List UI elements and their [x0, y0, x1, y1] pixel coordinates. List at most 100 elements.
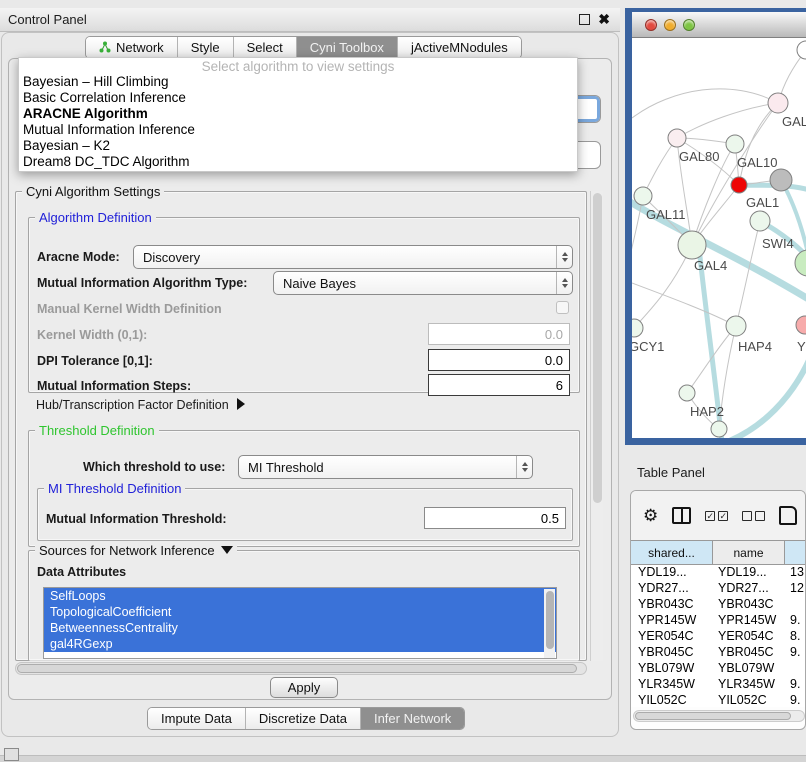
- table-row[interactable]: YBL079WYBL079W: [631, 661, 806, 677]
- mi-threshold-definition-group: MI Threshold Definition Mutual Informati…: [37, 488, 573, 541]
- apply-button[interactable]: Apply: [270, 677, 338, 698]
- tab-jactivemnodules[interactable]: jActiveMNodules: [398, 37, 521, 58]
- settings-vertical-scrollbar[interactable]: [590, 191, 603, 661]
- expand-right-icon: [237, 398, 245, 410]
- tab-network[interactable]: Network: [86, 37, 178, 58]
- which-threshold-value: MI Threshold: [239, 460, 516, 475]
- network-node[interactable]: [632, 319, 643, 337]
- algorithm-option[interactable]: Bayesian – K2: [19, 138, 577, 154]
- sources-title[interactable]: Sources for Network Inference: [35, 543, 237, 558]
- window-minimize-icon[interactable]: [664, 19, 676, 31]
- data-attribute-item[interactable]: gal4RGexp: [44, 636, 556, 652]
- kernel-width-field[interactable]: 0.0: [428, 323, 570, 345]
- table-cell: YPR145W: [713, 613, 785, 629]
- float-window-icon[interactable]: [579, 14, 590, 25]
- tab-network-label: Network: [116, 40, 164, 55]
- table-row[interactable]: YBR043CYBR043C: [631, 597, 806, 613]
- table-cell: [785, 661, 806, 677]
- network-node[interactable]: [726, 316, 746, 336]
- algorithm-option[interactable]: Mutual Information Inference: [19, 122, 577, 138]
- table-row[interactable]: YPR145WYPR145W9.: [631, 613, 806, 629]
- network-node[interactable]: [795, 250, 806, 276]
- data-attributes-list[interactable]: SelfLoopsTopologicalCoefficientBetweenne…: [43, 587, 557, 659]
- application-root: Control Panel ✖ Network Style Select Cyn…: [0, 0, 806, 762]
- spinner-arrows-icon: [516, 456, 532, 478]
- network-window-titlebar[interactable]: [632, 12, 806, 38]
- cyni-algorithm-settings-group: Cyni Algorithm Settings Algorithm Defini…: [15, 191, 587, 661]
- algorithm-option[interactable]: Dream8 DC_TDC Algorithm: [19, 154, 577, 170]
- algorithm-definition-group: Algorithm Definition Aracne Mode: Discov…: [28, 217, 580, 393]
- columns-icon[interactable]: [672, 507, 691, 524]
- tab-select[interactable]: Select: [234, 37, 297, 58]
- table-cell: YIL052C: [713, 693, 785, 707]
- network-canvas[interactable]: GALGAL80GAL10GAL1GAL11SWI4GAL4GCY1HAP4YH…: [632, 38, 806, 438]
- table-row[interactable]: YIL052CYIL052C9.: [631, 693, 806, 707]
- table-cell: YDL19...: [713, 565, 785, 581]
- mi-steps-field[interactable]: 6: [428, 374, 570, 396]
- table-horizontal-scrollbar[interactable]: [633, 710, 805, 722]
- table-row[interactable]: YLR345WYLR345W9.: [631, 677, 806, 693]
- manual-kernel-width-checkbox[interactable]: [556, 301, 569, 314]
- table-row[interactable]: YER054CYER054C8.: [631, 629, 806, 645]
- network-node[interactable]: [679, 385, 695, 401]
- table-cell: YER054C: [631, 629, 713, 645]
- list-scrollbar[interactable]: [544, 589, 555, 658]
- column-header-name[interactable]: name: [713, 541, 785, 564]
- table-cell: YER054C: [713, 629, 785, 645]
- window-zoom-icon[interactable]: [683, 19, 695, 31]
- tab-style[interactable]: Style: [178, 37, 234, 58]
- tab-infer-network[interactable]: Infer Network: [361, 708, 464, 729]
- tab-infer-network-label: Infer Network: [374, 711, 451, 726]
- algorithm-option[interactable]: ARACNE Algorithm: [19, 106, 577, 122]
- data-attribute-item[interactable]: BetweennessCentrality: [44, 620, 556, 636]
- network-node[interactable]: [726, 135, 744, 153]
- tab-impute-data[interactable]: Impute Data: [148, 708, 246, 729]
- mi-algorithm-type-combobox[interactable]: Naive Bayes: [273, 271, 573, 295]
- dpi-tolerance-label: DPI Tolerance [0,1]:: [37, 354, 153, 368]
- network-node-label: GAL4: [694, 258, 727, 273]
- network-node[interactable]: [634, 187, 652, 205]
- gear-icon[interactable]: ⚙: [643, 507, 658, 524]
- network-node[interactable]: [731, 177, 747, 193]
- network-node[interactable]: [678, 231, 706, 259]
- corner-widget-icon[interactable]: [4, 748, 19, 761]
- select-all-columns-icon[interactable]: ✓ ✓: [705, 511, 728, 521]
- which-threshold-combobox[interactable]: MI Threshold: [238, 455, 533, 479]
- mi-steps-label: Mutual Information Steps:: [37, 379, 191, 393]
- tab-discretize-data[interactable]: Discretize Data: [246, 708, 361, 729]
- data-attribute-item[interactable]: SelfLoops: [44, 588, 556, 604]
- network-node[interactable]: [668, 129, 686, 147]
- close-icon[interactable]: ✖: [598, 14, 610, 25]
- column-header-shared[interactable]: shared...: [631, 541, 713, 564]
- settings-horizontal-scrollbar[interactable]: [15, 662, 587, 675]
- tab-cyni-toolbox[interactable]: Cyni Toolbox: [297, 37, 398, 58]
- algorithm-option[interactable]: Basic Correlation Inference: [19, 90, 577, 106]
- unchecked-box-icon: [742, 511, 752, 521]
- unselect-all-columns-icon[interactable]: [742, 511, 765, 521]
- dpi-tolerance-field[interactable]: 0.0: [428, 349, 570, 371]
- data-attribute-item[interactable]: TopologicalCoefficient: [44, 604, 556, 620]
- column-header-partial[interactable]: [785, 541, 806, 564]
- bottom-divider-bar: [0, 755, 806, 762]
- table-cell: 12: [785, 581, 806, 597]
- threshold-definition-title: Threshold Definition: [35, 423, 159, 438]
- hub-factor-expander[interactable]: Hub/Transcription Factor Definition: [36, 398, 245, 412]
- control-panel-tabbar: Network Style Select Cyni Toolbox jActiv…: [85, 36, 522, 59]
- mi-threshold-field[interactable]: 0.5: [424, 507, 566, 529]
- network-node[interactable]: [768, 93, 788, 113]
- network-node[interactable]: [750, 211, 770, 231]
- spinner-arrows-icon: [556, 246, 572, 268]
- aracne-mode-combobox[interactable]: Discovery: [133, 245, 573, 269]
- document-icon[interactable]: [779, 506, 797, 525]
- table-row[interactable]: YDR27...YDR27...12: [631, 581, 806, 597]
- table-row[interactable]: YDL19...YDL19...13: [631, 565, 806, 581]
- algorithm-option[interactable]: Bayesian – Hill Climbing: [19, 74, 577, 90]
- network-node[interactable]: [770, 169, 792, 191]
- window-close-icon[interactable]: [645, 19, 657, 31]
- table-row[interactable]: YBR045CYBR045C9.: [631, 645, 806, 661]
- unchecked-box-icon: [755, 511, 765, 521]
- network-node[interactable]: [711, 421, 727, 437]
- network-node[interactable]: [797, 41, 806, 59]
- table-cell: 8.: [785, 629, 806, 645]
- network-node[interactable]: [796, 316, 806, 334]
